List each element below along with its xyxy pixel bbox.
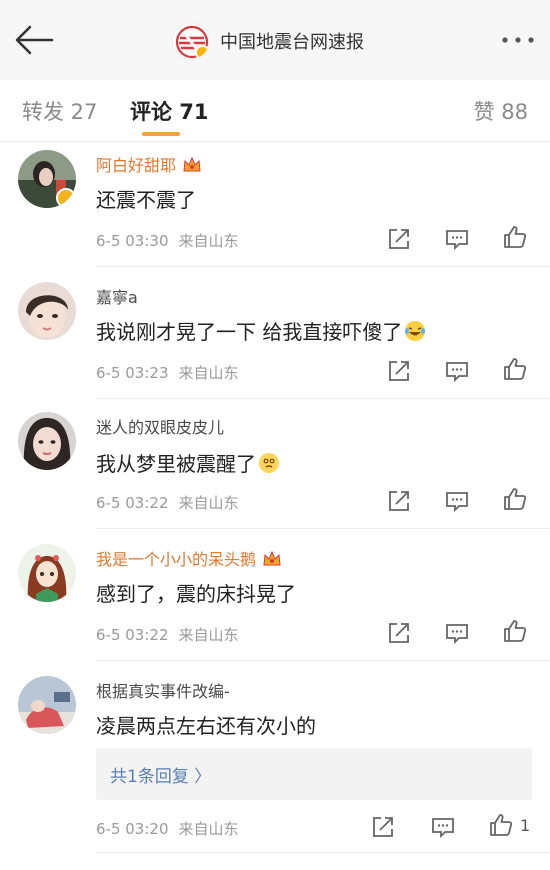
comment-username[interactable]: 我是一个小小的呆头鹅 bbox=[96, 546, 282, 570]
comment-username[interactable]: 根据真实事件改编- bbox=[96, 678, 230, 702]
comment-username[interactable]: 阿白好甜耶 bbox=[96, 152, 202, 176]
comment-icon[interactable] bbox=[444, 620, 470, 646]
comment-text: 凌晨两点左右还有次小的 bbox=[96, 714, 316, 738]
comment-source: 来自山东 bbox=[178, 820, 239, 838]
like-icon[interactable] bbox=[502, 486, 528, 512]
like-icon[interactable] bbox=[502, 356, 528, 382]
account-title[interactable]: 中国地震台网速报 bbox=[172, 20, 364, 62]
repost-icon[interactable] bbox=[386, 358, 412, 384]
repost-icon[interactable] bbox=[386, 620, 412, 646]
comment-icon[interactable] bbox=[444, 226, 470, 252]
avatar[interactable] bbox=[18, 282, 76, 340]
comment-time: 6-5 03:22 bbox=[96, 494, 169, 512]
tab-bar: 转发 27 评论 71 赞 88 bbox=[0, 80, 550, 142]
verified-badge-icon bbox=[56, 188, 76, 208]
comment-text: 我说刚才晃了一下 给我直接吓傻了 bbox=[96, 316, 426, 345]
active-tab-indicator bbox=[142, 132, 180, 136]
tab-repost[interactable]: 转发 27 bbox=[22, 96, 97, 126]
comment-icon[interactable] bbox=[444, 358, 470, 384]
like-icon[interactable] bbox=[502, 224, 528, 250]
like-icon[interactable] bbox=[488, 812, 514, 838]
divider bbox=[96, 266, 550, 267]
like-count: 1 bbox=[520, 816, 531, 835]
avatar[interactable] bbox=[18, 676, 76, 734]
comment-icon[interactable] bbox=[430, 814, 456, 840]
reply-summary-box[interactable]: 共1条回复 〉 bbox=[96, 748, 532, 800]
back-arrow-icon[interactable] bbox=[12, 22, 56, 58]
repost-icon[interactable] bbox=[370, 814, 396, 840]
page-title: 中国地震台网速报 bbox=[220, 32, 364, 53]
more-dots-icon[interactable] bbox=[500, 30, 536, 50]
tab-comment[interactable]: 评论 71 bbox=[130, 96, 209, 126]
laughing-tears-emoji bbox=[405, 321, 426, 341]
comment-text: 感到了，震的床抖晃了 bbox=[96, 582, 296, 606]
comment-source: 来自山东 bbox=[178, 626, 239, 644]
repost-icon[interactable] bbox=[386, 226, 412, 252]
comment-time: 6-5 03:23 bbox=[96, 364, 169, 382]
comment-source: 来自山东 bbox=[178, 364, 239, 382]
avatar[interactable] bbox=[18, 150, 76, 208]
comment-meta: 6-5 03:22 来自山东 bbox=[96, 492, 239, 513]
repost-icon[interactable] bbox=[386, 488, 412, 514]
vip-crown-icon bbox=[183, 156, 201, 172]
avatar[interactable] bbox=[18, 412, 76, 470]
tab-like[interactable]: 赞 88 bbox=[474, 96, 528, 126]
like-icon[interactable] bbox=[502, 618, 528, 644]
reply-summary-link[interactable]: 共1条回复 〉 bbox=[110, 762, 211, 787]
comment-meta: 6-5 03:22 来自山东 bbox=[96, 624, 239, 645]
comment-time: 6-5 03:30 bbox=[96, 232, 169, 250]
comment-icon[interactable] bbox=[444, 488, 470, 514]
comment-time: 6-5 03:20 bbox=[96, 820, 169, 838]
divider bbox=[96, 660, 550, 661]
comment-text: 还震不震了 bbox=[96, 188, 196, 212]
avatar[interactable] bbox=[18, 544, 76, 602]
vip-crown-icon bbox=[263, 550, 281, 566]
divider bbox=[96, 852, 550, 853]
verified-badge-icon bbox=[195, 45, 209, 59]
top-bar: 中国地震台网速报 bbox=[0, 0, 550, 80]
comment-meta: 6-5 03:23 来自山东 bbox=[96, 362, 239, 383]
comment-username[interactable]: 迷人的双眼皮皮儿 bbox=[96, 414, 224, 438]
comment-meta: 6-5 03:30 来自山东 bbox=[96, 230, 239, 251]
divider bbox=[96, 528, 550, 529]
comment-time: 6-5 03:22 bbox=[96, 626, 169, 644]
account-logo-icon bbox=[172, 22, 210, 60]
comment-source: 来自山东 bbox=[178, 494, 239, 512]
comment-username[interactable]: 嘉寧a bbox=[96, 284, 138, 308]
comment-meta: 6-5 03:20 来自山东 bbox=[96, 818, 239, 839]
divider bbox=[96, 398, 550, 399]
comment-text: 我从梦里被震醒了 bbox=[96, 448, 280, 477]
comment-source: 来自山东 bbox=[178, 232, 239, 250]
dizzy-face-emoji bbox=[259, 453, 279, 473]
